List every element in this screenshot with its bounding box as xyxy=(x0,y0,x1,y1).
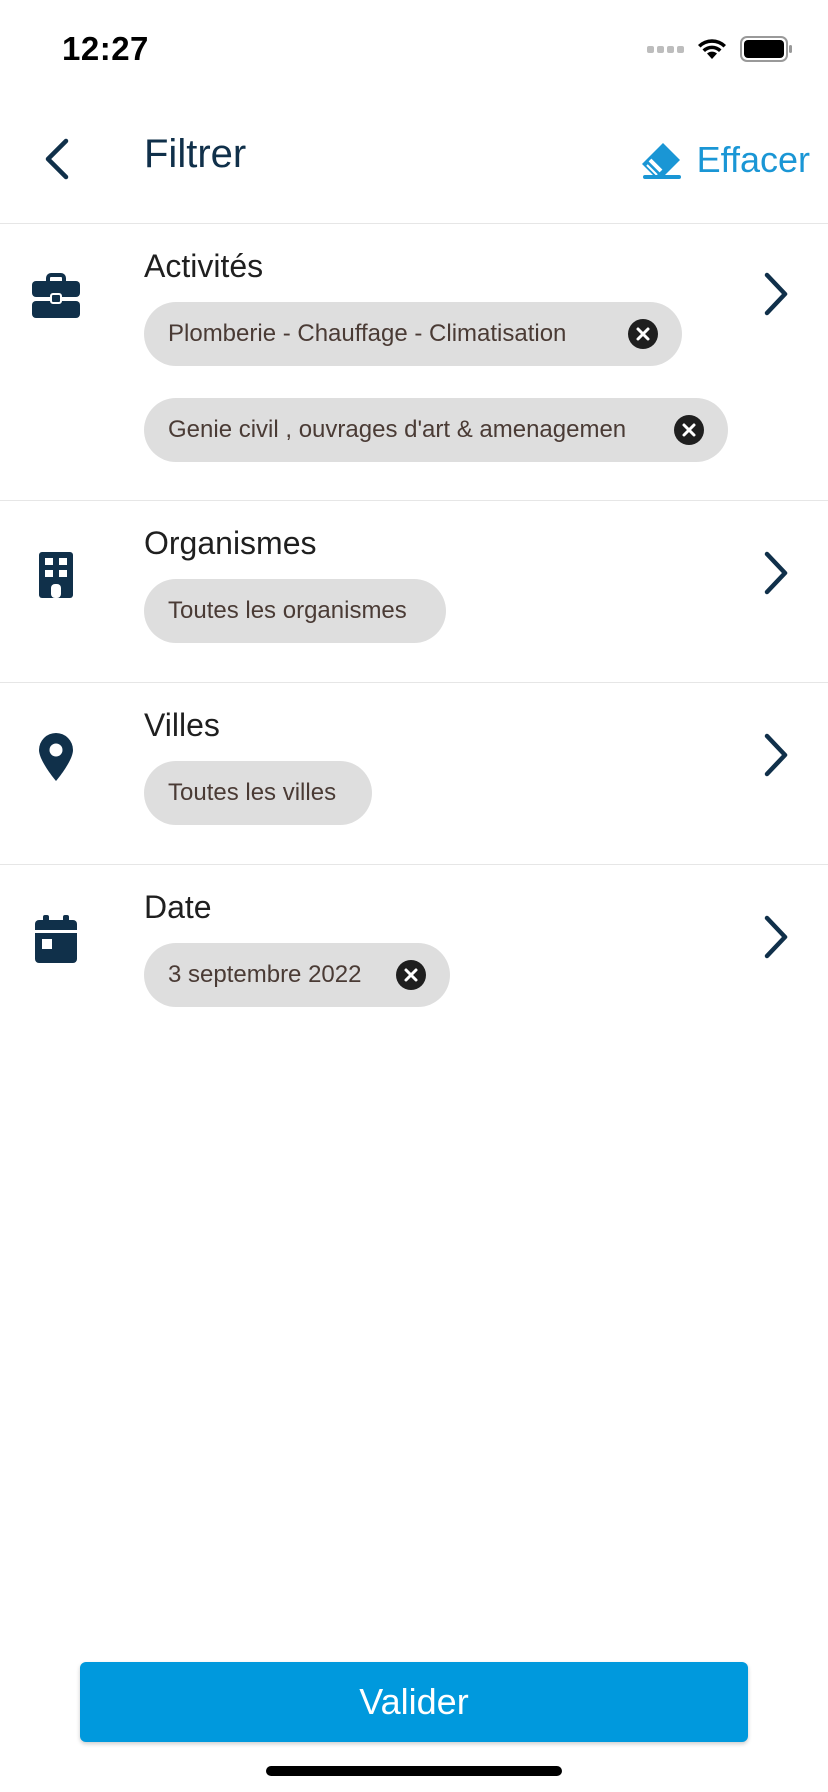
calendar-icon xyxy=(30,913,82,965)
chevron-right-icon xyxy=(754,907,798,967)
chip-label: Toutes les organismes xyxy=(168,597,407,624)
section-villes[interactable]: Villes Toutes les villes xyxy=(0,683,828,865)
validate-button[interactable]: Valider xyxy=(80,1662,748,1742)
wifi-icon xyxy=(698,39,726,59)
chip-label: 3 septembre 2022 xyxy=(168,961,362,988)
close-circle-icon[interactable] xyxy=(396,960,426,990)
close-circle-icon[interactable] xyxy=(674,415,704,445)
cellular-signal-icon xyxy=(647,45,684,53)
section-title: Organismes xyxy=(144,525,317,561)
chevron-right-icon xyxy=(754,264,798,324)
chevron-right-icon xyxy=(754,725,798,785)
close-circle-icon[interactable] xyxy=(628,319,658,349)
chip-label: Plomberie - Chauffage - Climatisation xyxy=(168,320,567,347)
section-title: Date xyxy=(144,889,212,925)
chip-label: Toutes les villes xyxy=(168,779,337,806)
section-date[interactable]: Date 3 septembre 2022 xyxy=(0,865,828,1045)
clear-button[interactable]: Effacer xyxy=(639,128,810,192)
briefcase-icon xyxy=(30,270,82,322)
page-title: Filtrer xyxy=(144,132,247,176)
status-indicators xyxy=(647,34,794,64)
chip-label: Genie civil , ouvrages d'art & amenageme… xyxy=(168,416,627,443)
ville-chip[interactable]: Toutes les villes xyxy=(144,761,372,825)
battery-icon xyxy=(740,36,792,62)
section-activites[interactable]: Activités Plomberie - Chauffage - Climat… xyxy=(0,224,828,501)
clear-label: Effacer xyxy=(696,139,810,180)
back-button[interactable] xyxy=(22,124,92,194)
chevron-left-icon xyxy=(45,138,69,180)
eraser-icon xyxy=(641,143,681,179)
filter-screen: 12:27 Filtrer Effacer Activités Plomberi… xyxy=(0,0,828,1792)
date-chip[interactable]: 3 septembre 2022 xyxy=(144,943,450,1007)
section-title: Villes xyxy=(144,707,220,743)
section-title: Activités xyxy=(144,248,264,284)
activity-chip[interactable]: Genie civil , ouvrages d'art & amenageme… xyxy=(144,398,728,462)
header: Filtrer Effacer xyxy=(0,100,828,224)
status-time: 12:27 xyxy=(62,30,149,67)
activity-chip[interactable]: Plomberie - Chauffage - Climatisation xyxy=(144,302,682,366)
section-organismes[interactable]: Organismes Toutes les organismes xyxy=(0,501,828,683)
map-pin-icon xyxy=(30,731,82,783)
home-indicator[interactable] xyxy=(266,1766,562,1776)
status-bar: 12:27 xyxy=(0,0,828,100)
chevron-right-icon xyxy=(754,543,798,603)
organisme-chip[interactable]: Toutes les organismes xyxy=(144,579,446,643)
building-icon xyxy=(30,549,82,601)
